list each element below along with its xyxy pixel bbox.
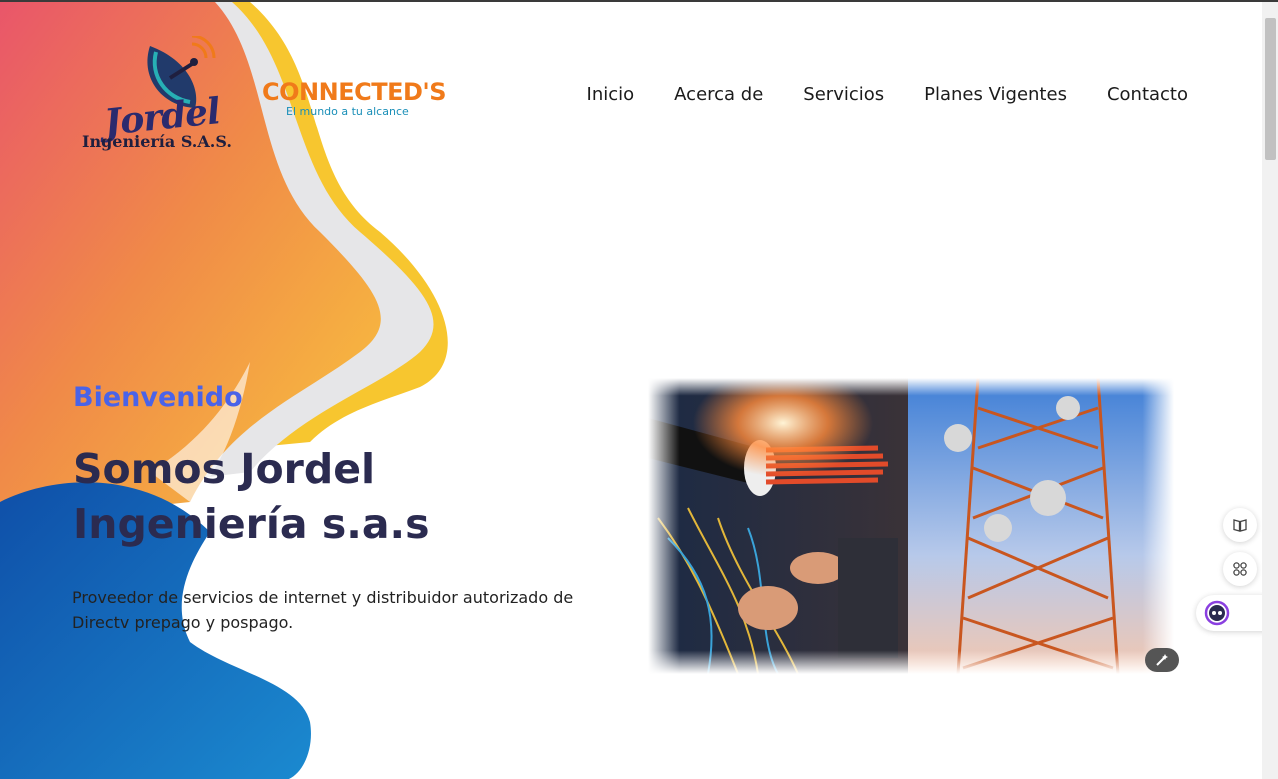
magic-wand-icon (1156, 654, 1168, 666)
scrollbar-thumb[interactable] (1265, 18, 1276, 160)
hero-kicker: Bienvenido (73, 382, 243, 413)
page-scrollbar[interactable] (1262, 2, 1278, 779)
apps-grid-icon (1233, 562, 1247, 576)
book-open-icon (1233, 519, 1247, 532)
edit-image-button[interactable] (1145, 648, 1179, 672)
hero-image (648, 378, 1174, 674)
nav-planes-vigentes[interactable]: Planes Vigentes (924, 84, 1067, 105)
assistant-button[interactable] (1196, 595, 1266, 631)
main-nav: Inicio Acerca de Servicios Planes Vigent… (587, 84, 1188, 105)
apps-button[interactable] (1223, 552, 1257, 586)
jordel-logo-subtitle: Ingeniería S.A.S. (82, 132, 232, 151)
nav-inicio[interactable]: Inicio (587, 84, 635, 105)
hero-description: Proveedor de servicios de internet y dis… (72, 588, 574, 632)
connecteds-logo-tagline: El mundo a tu alcance (286, 105, 409, 118)
page: Jordel Ingeniería S.A.S. CONNECTED'S El … (0, 0, 1278, 779)
assistant-face-icon (1204, 600, 1230, 626)
nav-servicios[interactable]: Servicios (803, 84, 884, 105)
connecteds-logo-name: CONNECTED'S (262, 78, 447, 106)
connecteds-logo[interactable]: CONNECTED'S El mundo a tu alcance (262, 78, 447, 126)
nav-contacto[interactable]: Contacto (1107, 84, 1188, 105)
jordel-logo[interactable]: Jordel Ingeniería S.A.S. (80, 36, 250, 156)
reader-mode-button[interactable] (1223, 508, 1257, 542)
hero-title: Somos Jordel Ingeniería s.a.s (73, 445, 430, 548)
nav-acerca-de[interactable]: Acerca de (674, 84, 763, 105)
